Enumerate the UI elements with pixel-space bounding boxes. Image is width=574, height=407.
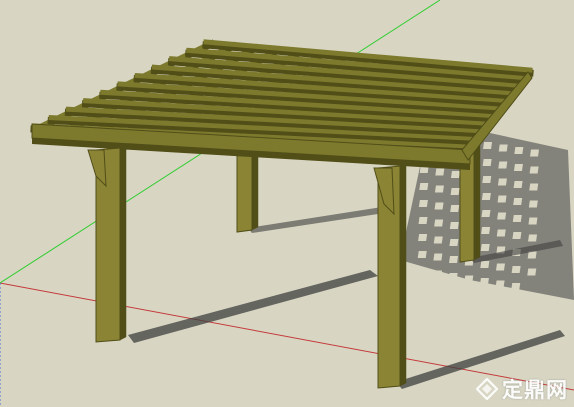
shadow-hole (529, 166, 539, 174)
shadow-hole (418, 217, 428, 224)
shadow-hole (498, 144, 508, 152)
shadow-hole (498, 161, 508, 169)
shadow-hole (450, 171, 460, 178)
shadow-hole (433, 253, 443, 261)
shadow-hole (512, 232, 522, 239)
post-shadow-front-left (128, 270, 378, 343)
shadow-hole (497, 178, 507, 186)
sketchup-viewport[interactable]: 定鼎网 (0, 0, 574, 407)
shadow-hole (432, 270, 442, 278)
shadow-hole (417, 268, 427, 275)
pergola-scene[interactable] (0, 0, 574, 407)
shadow-hole (527, 251, 537, 259)
shadow-hole (529, 183, 539, 191)
shadow-hole (434, 185, 444, 193)
shadow-hole (511, 283, 521, 290)
shadow-hole (482, 176, 492, 183)
shadow-hole (480, 261, 490, 268)
shadow-hole (527, 268, 537, 276)
shadow-hole (418, 200, 428, 207)
shadow-hole (434, 202, 444, 210)
shadow-hole (480, 244, 490, 251)
post-back-left-side (251, 149, 259, 231)
shadow-hole (419, 183, 429, 190)
shadow-hole (450, 188, 460, 195)
shadow-hole (482, 159, 492, 166)
shadow-hole (450, 205, 460, 212)
shadow-hole (418, 234, 428, 241)
shadow-hole (495, 280, 505, 288)
shadow-hole (528, 217, 538, 225)
post-front-left-side (119, 144, 127, 341)
shadow-hole (449, 222, 459, 229)
shadow-hole (433, 236, 443, 244)
shadow-hole (417, 251, 427, 258)
shadow-hole (512, 215, 522, 222)
watermark: 定鼎网 (476, 374, 568, 404)
shadow-hole (513, 181, 523, 188)
shadow-hole (530, 149, 539, 157)
shadow-hole (448, 273, 458, 280)
shadow-hole (479, 278, 489, 285)
shadow-hole (481, 227, 491, 234)
shadow-hole (497, 212, 507, 220)
shadow-hole (435, 168, 445, 176)
post-front-right-side (399, 162, 407, 387)
shadow-hole (481, 193, 491, 200)
post-back-left (236, 152, 253, 233)
shadow-hole (449, 239, 459, 246)
shadow-hole (434, 219, 444, 227)
shadow-hole (514, 147, 524, 154)
shadow-hole (528, 200, 538, 208)
shadow-hole (513, 198, 523, 205)
shadow-hole (511, 266, 521, 273)
shadow-hole (449, 256, 459, 263)
shadow-hole (513, 164, 523, 171)
shadow-hole (496, 229, 506, 237)
shadow-hole (483, 142, 493, 149)
post-shadow-back-left (248, 205, 398, 233)
diamond-logo-icon (476, 378, 498, 400)
watermark-text: 定鼎网 (502, 378, 568, 402)
shadow-hole (497, 195, 507, 203)
shadow-hole (495, 263, 505, 271)
shadow-hole (528, 234, 538, 242)
shadow-hole (464, 275, 474, 283)
shadow-hole (481, 210, 491, 217)
